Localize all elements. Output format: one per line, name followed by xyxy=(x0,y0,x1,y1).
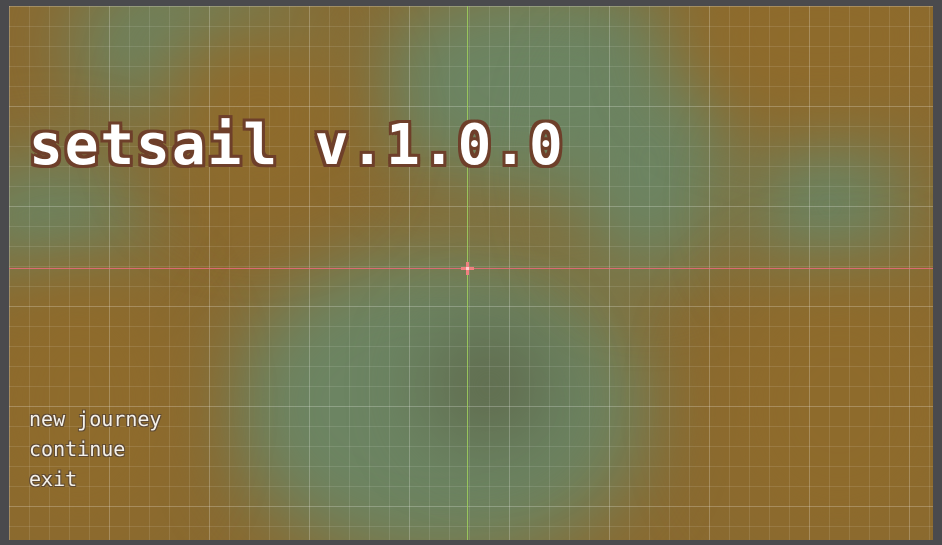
game-title: setsail v.1.0.0 xyxy=(29,113,565,178)
game-canvas: setsail v.1.0.0 new journey continue exi… xyxy=(9,6,933,540)
main-menu: new journey continue exit xyxy=(29,404,161,494)
menu-item-continue[interactable]: continue xyxy=(29,434,161,464)
menu-item-new-journey[interactable]: new journey xyxy=(29,404,161,434)
menu-item-exit[interactable]: exit xyxy=(29,464,161,494)
editor-viewport: setsail v.1.0.0 new journey continue exi… xyxy=(0,0,942,545)
crosshair-origin-icon xyxy=(461,262,474,275)
